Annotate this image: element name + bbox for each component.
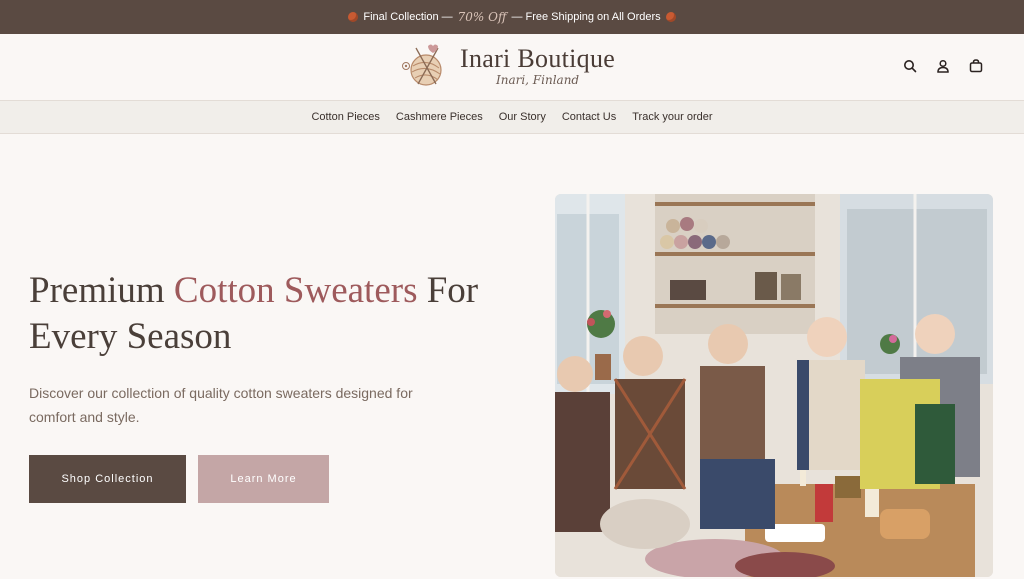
- brand-logo[interactable]: Inari Boutique Inari, Finland: [398, 42, 615, 90]
- hero-description: Discover our collection of quality cotto…: [29, 385, 413, 425]
- brand-location: Inari, Finland: [495, 73, 580, 87]
- announcement-text-end: — Free Shipping on All Orders: [511, 11, 661, 23]
- yarn-logo-icon: [402, 44, 442, 86]
- nav-contact-us[interactable]: Contact Us: [562, 111, 616, 123]
- bag-icon[interactable]: [968, 58, 984, 74]
- yarn-ball-icon: [665, 12, 676, 22]
- announcement-text-start: Final Collection —: [363, 11, 453, 23]
- main-nav: Cotton Pieces Cashmere Pieces Our Story …: [0, 101, 1024, 134]
- search-icon[interactable]: [902, 58, 918, 74]
- account-icon[interactable]: [935, 58, 951, 74]
- nav-cashmere-pieces[interactable]: Cashmere Pieces: [396, 111, 483, 123]
- brand-name: Inari Boutique: [460, 44, 616, 73]
- learn-more-button[interactable]: Learn More: [198, 455, 329, 503]
- hero-headline-wrap: Premium Cotton Sweaters For Every Season: [29, 268, 519, 360]
- announcement-discount: 70% Off: [457, 10, 507, 24]
- hero-headline: Premium Cotton Sweaters For Every Season: [29, 268, 519, 360]
- nav-our-story[interactable]: Our Story: [499, 111, 546, 123]
- headline-accent: Cotton Sweaters: [173, 270, 418, 311]
- nav-cotton-pieces[interactable]: Cotton Pieces: [311, 111, 379, 123]
- site-header: Inari Boutique Inari, Finland: [0, 34, 1024, 101]
- hero-image: [555, 194, 993, 577]
- yarn-ball-icon: [348, 12, 359, 22]
- headline-start: Premium: [29, 270, 174, 311]
- shop-collection-button[interactable]: Shop Collection: [29, 455, 186, 503]
- announcement-bar: Final Collection — 70% Off — Free Shippi…: [0, 0, 1024, 34]
- nav-track-order[interactable]: Track your order: [632, 111, 712, 123]
